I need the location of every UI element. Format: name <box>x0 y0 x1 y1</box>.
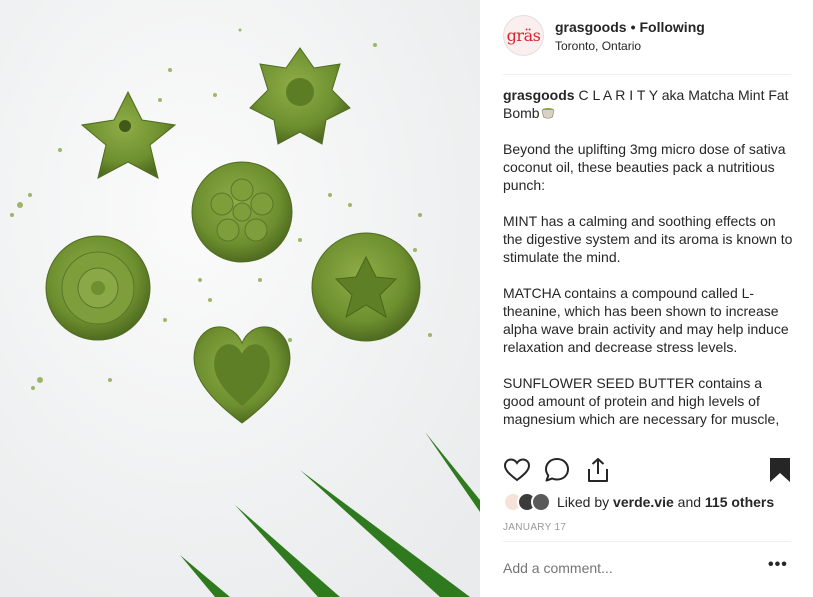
location-link[interactable]: Toronto, Ontario <box>555 39 641 53</box>
avatar[interactable]: gräs <box>503 15 544 56</box>
matcha-fat-bombs-image <box>0 0 480 597</box>
avatar-logo-text: gräs <box>506 26 541 45</box>
caption-username-link[interactable]: grasgoods <box>503 87 575 103</box>
likes-row: Liked by verde.vie and 115 others <box>503 490 793 514</box>
liker-username-link[interactable]: verde.vie <box>613 494 674 510</box>
bookmark-icon[interactable] <box>766 456 794 484</box>
likes-text: Liked by verde.vie and 115 others <box>557 494 774 510</box>
user-line: grasgoods • Following <box>555 19 705 35</box>
post-photo[interactable] <box>0 0 480 597</box>
more-options-button[interactable]: ••• <box>768 556 788 574</box>
heart-icon[interactable] <box>503 456 531 484</box>
caption-title-paragraph: grasgoods C L A R I T Y aka Matcha Mint … <box>503 86 793 122</box>
action-bar <box>503 456 793 486</box>
share-icon[interactable] <box>584 456 612 484</box>
caption-paragraph-3: MATCHA contains a compound called L-thea… <box>503 285 789 355</box>
post-header: gräs grasgoods • Following Toronto, Ontari… <box>503 15 791 75</box>
following-button[interactable]: Following <box>639 19 704 35</box>
username-link[interactable]: grasgoods <box>555 19 627 35</box>
post-caption: grasgoods C L A R I T Y aka Matcha Mint … <box>503 86 793 446</box>
separator-dot: • <box>630 19 636 35</box>
caption-paragraph-4: SUNFLOWER SEED BUTTER contains a good am… <box>503 375 780 427</box>
matcha-cup-emoji-icon <box>541 108 554 119</box>
divider <box>503 541 791 542</box>
comment-bubble-icon[interactable] <box>543 456 571 484</box>
likes-prefix: Liked by <box>557 494 610 510</box>
likes-and: and <box>677 494 702 510</box>
comment-input[interactable] <box>503 560 769 576</box>
post-sidebar: gräs grasgoods • Following Toronto, Ontari… <box>480 0 813 597</box>
caption-paragraph-1: Beyond the uplifting 3mg micro dose of s… <box>503 141 786 193</box>
post-date[interactable]: JANUARY 17 <box>503 522 566 533</box>
liker-avatars <box>503 491 557 513</box>
liker-avatar[interactable] <box>531 492 551 512</box>
post-modal: gräs grasgoods • Following Toronto, Ontari… <box>0 0 813 597</box>
caption-paragraph-2: MINT has a calming and soothing effects … <box>503 213 793 265</box>
likes-count-link[interactable]: 115 others <box>705 494 774 510</box>
